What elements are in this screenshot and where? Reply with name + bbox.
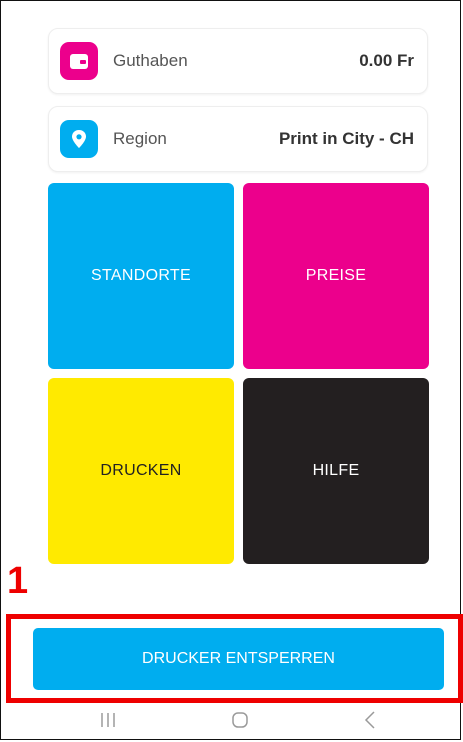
step-number-annotation: 1 xyxy=(7,560,29,602)
tile-hilfe[interactable]: HILFE xyxy=(243,378,429,564)
back-icon[interactable] xyxy=(358,709,382,731)
tile-preise[interactable]: PREISE xyxy=(243,183,429,369)
tile-label: HILFE xyxy=(312,462,360,479)
balance-value: 0.00 Fr xyxy=(359,51,414,70)
tile-label: DRUCKEN xyxy=(100,462,182,479)
tile-drucken[interactable]: DRUCKEN xyxy=(48,378,234,564)
location-pin-icon xyxy=(60,120,98,158)
region-card[interactable]: Region Print in City - CH xyxy=(48,106,428,172)
tile-standorte[interactable]: STANDORTE xyxy=(48,183,234,369)
tile-label: PREISE xyxy=(305,267,367,284)
system-nav-bar xyxy=(0,703,463,739)
tile-label: STANDORTE xyxy=(91,267,191,284)
region-value: Print in City - CH xyxy=(278,129,414,148)
balance-card[interactable]: Guthaben 0.00 Fr xyxy=(48,28,428,94)
balance-label: Guthaben xyxy=(113,51,188,70)
recent-apps-icon[interactable] xyxy=(96,709,120,731)
wallet-icon xyxy=(60,42,98,80)
highlight-annotation-box xyxy=(6,614,463,703)
region-label: Region xyxy=(113,129,167,148)
home-icon[interactable] xyxy=(228,709,252,731)
